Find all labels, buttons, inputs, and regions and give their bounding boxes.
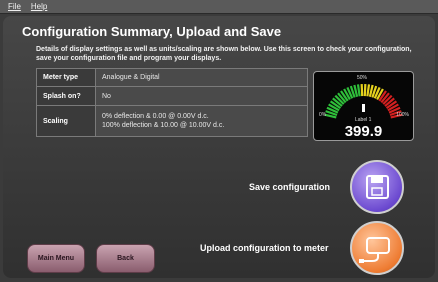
settings-key: Meter type — [36, 68, 96, 87]
back-button[interactable]: Back — [96, 244, 155, 273]
settings-value: Analogue & Digital — [95, 68, 308, 87]
upload-configuration-label: Upload configuration to meter — [200, 243, 329, 253]
save-configuration-button[interactable] — [350, 160, 404, 214]
meter-scale-tick — [363, 83, 367, 97]
settings-row-scaling: Scaling 0% deflection & 0.00 @ 0.00V d.c… — [36, 105, 308, 137]
meter-scale-tick — [366, 84, 371, 97]
meter-top-label: 50% — [357, 75, 368, 81]
settings-key: Splash on? — [36, 86, 96, 106]
meter-preview: 50% 0% 100% Label 1 399.9 — [313, 71, 414, 141]
page-description: Details of display settings as well as u… — [36, 46, 412, 62]
meter-left-label: 0% — [319, 112, 327, 118]
settings-row-meter-type: Meter type Analogue & Digital — [36, 68, 308, 87]
meter-scale-tick — [360, 83, 364, 97]
floppy-disk-icon — [366, 175, 389, 199]
settings-value: No — [95, 86, 308, 106]
settings-key: Scaling — [36, 105, 96, 137]
meter-scale-tick — [356, 84, 361, 97]
settings-value: 0% deflection & 0.00 @ 0.00V d.c. 100% d… — [95, 105, 308, 137]
settings-row-splash: Splash on? No — [36, 86, 308, 106]
meter-cable-icon — [359, 237, 390, 263]
settings-table: Meter type Analogue & Digital Splash on?… — [36, 68, 308, 137]
meter-value: 399.9 — [344, 123, 383, 140]
page-title: Configuration Summary, Upload and Save — [22, 24, 282, 39]
upload-configuration-button[interactable] — [350, 221, 404, 275]
menu-file[interactable]: File — [8, 0, 21, 13]
save-configuration-label: Save configuration — [249, 182, 331, 192]
menu-help[interactable]: Help — [31, 0, 47, 13]
menu-bar: File Help — [0, 0, 438, 14]
main-menu-button[interactable]: Main Menu — [27, 244, 85, 273]
meter-right-label: 100% — [396, 112, 409, 118]
